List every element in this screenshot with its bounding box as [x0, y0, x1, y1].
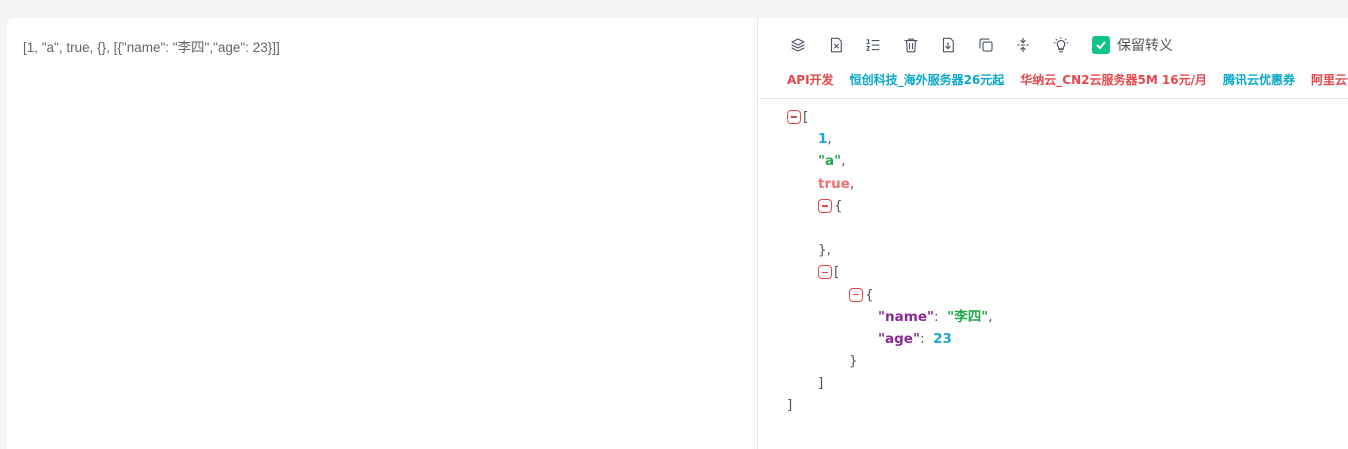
divider [759, 98, 1348, 99]
json-line: { [787, 195, 993, 217]
layers-icon[interactable] [787, 34, 809, 56]
collapse-toggle-icon[interactable] [849, 287, 863, 302]
json-line: [ [787, 106, 993, 128]
json-line: ] [818, 375, 824, 392]
json-line: 1, [787, 128, 993, 150]
trash-icon[interactable] [900, 34, 922, 56]
json-line: [ [787, 261, 993, 283]
compress-icon[interactable] [1012, 34, 1034, 56]
json-line: } [849, 353, 858, 370]
json-line: true, [787, 173, 993, 195]
ad-link-api[interactable]: API开发 [787, 71, 834, 88]
lightbulb-icon[interactable] [1050, 34, 1072, 56]
json-value: 1 [818, 131, 828, 148]
json-line [787, 217, 993, 239]
keep-escape-label: 保留转义 [1117, 38, 1173, 54]
ad-link-aliyun[interactable]: 阿里云优 [1311, 71, 1348, 88]
json-line: "age": 23 [787, 328, 993, 350]
json-key: "age" [878, 330, 920, 347]
json-tree: [ 1, "a", true, { }, [ {"name": "李四" ,… [787, 106, 993, 417]
keep-escape-toggle[interactable]: 保留转义 [1092, 35, 1173, 55]
clear-file-icon[interactable] [825, 34, 847, 56]
json-input-editor[interactable]: [1, "a", true, {}, [{"name": "李四","age":… [7, 18, 758, 449]
ad-links: API开发 恒创科技_海外服务器26元起 华纳云_CN2云服务器5M 16元/月… [787, 71, 1348, 88]
ad-link-tencent[interactable]: 腾讯云优惠券 [1223, 71, 1295, 88]
json-line: { [787, 284, 993, 306]
main-panel: [1, "a", true, {}, [{"name": "李四","age":… [7, 18, 1348, 449]
collapse-toggle-icon[interactable] [818, 198, 832, 213]
ad-link-hengchuang[interactable]: 恒创科技_海外服务器26元起 [850, 71, 1005, 88]
json-line: }, [818, 242, 831, 259]
collapse-toggle-icon[interactable] [787, 110, 801, 125]
json-line: "name": "李四", [787, 306, 993, 328]
collapse-toggle-icon[interactable] [818, 265, 832, 280]
raw-json-text[interactable]: [1, "a", true, {}, [{"name": "李四","age":… [23, 36, 280, 56]
sort-list-icon[interactable] [862, 34, 884, 56]
json-value: "a" [818, 153, 842, 170]
ad-link-huanayun[interactable]: 华纳云_CN2云服务器5M 16元/月 [1020, 71, 1207, 88]
json-value: 23 [933, 330, 952, 347]
json-output-pane: 保留转义 API开发 恒创科技_海外服务器26元起 华纳云_CN2云服务器5M … [759, 18, 1348, 449]
json-line: ] [787, 397, 793, 414]
json-value: "李四" [947, 308, 989, 325]
keep-escape-checkbox[interactable] [1092, 36, 1110, 54]
json-value: true [818, 175, 850, 192]
download-icon[interactable] [937, 34, 959, 56]
toolbar: 保留转义 [787, 34, 1173, 56]
json-key: "name" [878, 308, 935, 325]
copy-icon[interactable] [975, 34, 997, 56]
json-line: "a", [787, 150, 993, 172]
